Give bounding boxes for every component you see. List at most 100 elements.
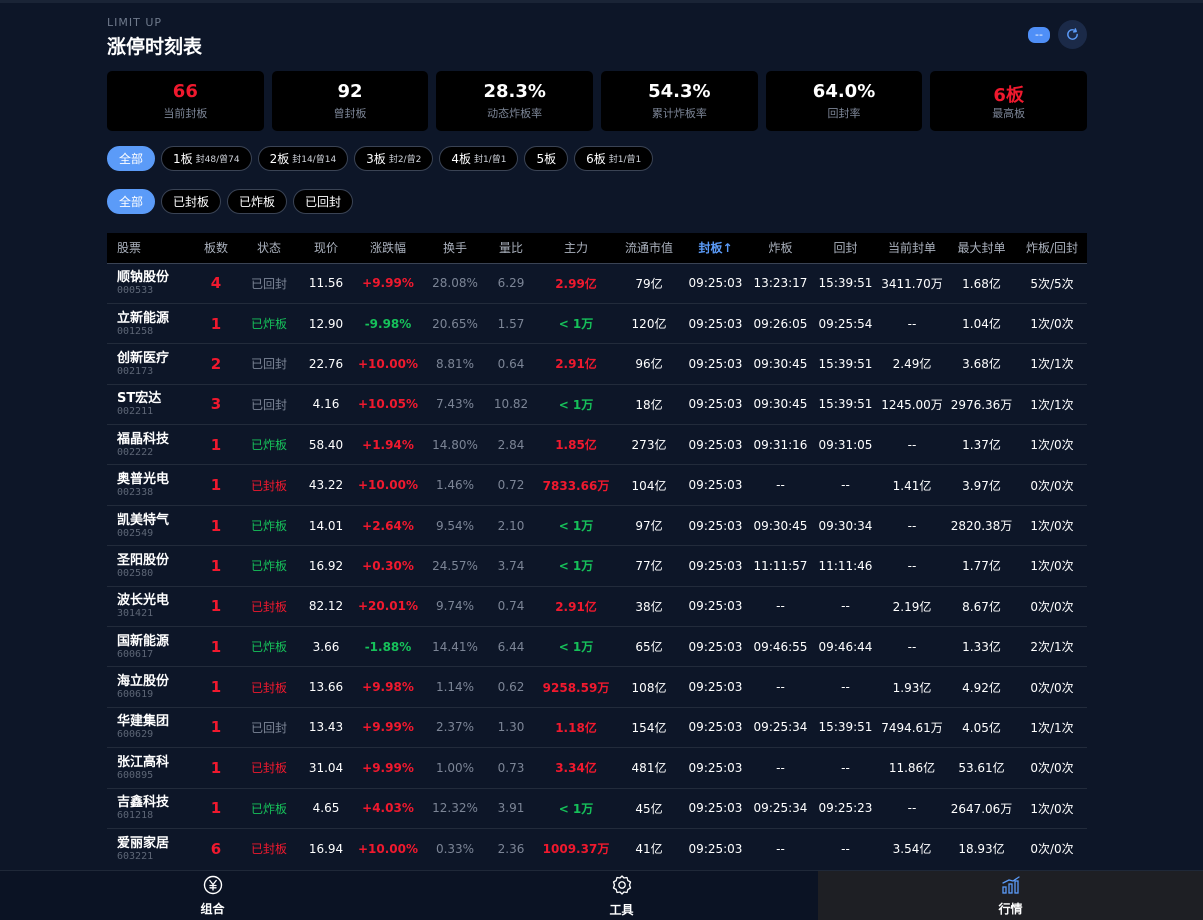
stock-cell: 福晶科技 002222 (107, 425, 195, 465)
table-row[interactable]: 凯美特气 002549 1 已炸板 14.01 +2.64% 9.54% 2.10 < 1万 97… (107, 505, 1087, 545)
board-filter-chip[interactable]: 1板 封48/曾74 (161, 146, 252, 171)
column-header[interactable]: 主力 (537, 233, 615, 263)
max-order-cell: 4.05亿 (962, 720, 1001, 735)
table-row[interactable]: 顺钠股份 000533 4 已回封 11.56 +9.99% 28.08% 6.29 2.99亿… (107, 263, 1087, 303)
table-row[interactable]: 吉鑫科技 601218 1 已炸板 4.65 +4.03% 12.32% 3.91 < 1万 45… (107, 788, 1087, 828)
market-cap-cell: 96亿 (635, 357, 663, 372)
column-header[interactable]: 最大封单 (946, 233, 1017, 263)
table-row[interactable]: 国新能源 600617 1 已炸板 3.66 -1.88% 14.41% 6.44 < 1万 65… (107, 626, 1087, 667)
status-filter-chip[interactable]: 已回封 (293, 189, 354, 214)
board-filter-chip[interactable]: 5板 (524, 146, 569, 171)
nav-item-bar-chart[interactable]: 行情 (818, 871, 1203, 920)
column-header[interactable]: 现价 (301, 233, 351, 263)
boards-cell: 2 (210, 354, 222, 373)
board-filter-chip[interactable]: 4板 封1/曾1 (439, 146, 519, 171)
turnover-cell: 2.37% (435, 720, 475, 735)
column-header[interactable]: 涨跌幅 (351, 233, 425, 263)
table-row[interactable]: 立新能源 001258 1 已炸板 12.90 -9.98% 20.65% 1.57 < 1万 1… (107, 303, 1087, 343)
current-order-cell: -- (907, 437, 917, 452)
nav-item-yuan-coin[interactable]: 组合 (0, 871, 425, 920)
column-header[interactable]: 回封 (813, 233, 878, 263)
status-filter-chip[interactable]: 已封板 (161, 189, 222, 214)
column-header[interactable]: 状态 (237, 233, 301, 263)
chip-sublabel: 封2/曾2 (388, 155, 422, 165)
status-cell: 已炸板 (250, 438, 287, 453)
current-order-cell: 1245.00万 (881, 397, 943, 412)
burst-time-cell: 09:30:45 (753, 356, 808, 371)
max-order-cell: 1.04亿 (962, 317, 1001, 332)
stock-name: 立新能源 (117, 310, 170, 326)
boards-cell: 1 (210, 678, 222, 697)
stat-label: 曾封板 (333, 107, 367, 120)
table-row[interactable]: 创新医疗 002173 2 已回封 22.76 +10.00% 8.81% 0.64 2.91亿… (107, 343, 1087, 384)
table-row[interactable]: 爱丽家居 603221 6 已封板 16.94 +10.00% 0.33% 2.36 1009.… (107, 828, 1087, 868)
main-flow-cell: 1.18亿 (555, 720, 597, 735)
column-header[interactable]: 当前封单 (878, 233, 946, 263)
status-badge[interactable]: -- (1028, 26, 1050, 43)
burst-time-cell: -- (776, 599, 785, 614)
stat-value: 92 (337, 81, 363, 102)
burst-time-cell: -- (776, 760, 785, 775)
price-cell: 11.56 (308, 276, 344, 291)
stock-code: 601218 (117, 810, 154, 822)
reseal-time-cell: 15:39:51 (818, 397, 873, 412)
turnover-cell: 1.14% (435, 680, 475, 695)
refresh-button[interactable] (1058, 20, 1087, 49)
column-header[interactable]: 流通市值 (615, 233, 683, 263)
current-order-cell: 11.86亿 (888, 761, 936, 776)
board-filter-chip[interactable]: 3板 封2/曾2 (354, 146, 434, 171)
chip-sublabel: 封1/曾1 (473, 155, 507, 165)
boards-cell: 1 (210, 435, 222, 454)
current-order-cell: 3411.70万 (881, 276, 943, 291)
reseal-time-cell: -- (841, 841, 850, 856)
column-header[interactable]: 量比 (485, 233, 537, 263)
board-filter-chip[interactable]: 6板 封1/曾1 (574, 146, 654, 171)
refresh-icon (1067, 28, 1078, 40)
turnover-cell: 14.41% (432, 639, 478, 654)
table-row[interactable]: 波长光电 301421 1 已封板 82.12 +20.01% 9.74% 0.74 2.91亿… (107, 586, 1087, 626)
stat-label: 动态炸板率 (487, 107, 543, 120)
table-row[interactable]: 圣阳股份 002580 1 已炸板 16.92 +0.30% 24.57% 3.74 < 1万 7… (107, 545, 1087, 586)
stock-name: 福晶科技 (117, 431, 170, 447)
volume-ratio-cell: 1.57 (497, 316, 525, 331)
nav-label: 组合 (200, 901, 225, 916)
max-order-cell: 3.97亿 (962, 478, 1001, 493)
current-order-cell: 2.19亿 (892, 599, 932, 614)
board-filter-chip[interactable]: 全部 (107, 146, 156, 171)
chip-label: 全部 (119, 152, 144, 166)
column-header[interactable]: 炸板/回封 (1017, 233, 1087, 263)
table-row[interactable]: 华建集团 600629 1 已回封 13.43 +9.99% 2.37% 1.30 1.18亿 1… (107, 707, 1087, 747)
column-header[interactable]: 封板↑ (683, 233, 748, 263)
stock-name: 创新医疗 (117, 350, 170, 366)
table-row[interactable]: 福晶科技 002222 1 已炸板 58.40 +1.94% 14.80% 2.84 1.85亿… (107, 424, 1087, 465)
status-filter-chip[interactable]: 已炸板 (227, 189, 288, 214)
chip-label: 2板 (269, 152, 290, 166)
column-header[interactable]: 炸板 (748, 233, 813, 263)
market-cap-cell: 120亿 (631, 317, 667, 332)
max-order-cell: 4.92亿 (962, 680, 1001, 695)
change-cell: +10.05% (357, 397, 419, 412)
change-cell: +9.99% (362, 720, 414, 735)
chip-label: 6板 (586, 152, 606, 166)
market-cap-cell: 45亿 (635, 801, 663, 816)
nav-item-gear[interactable]: 工具 (425, 871, 818, 920)
column-header[interactable]: 股票 (107, 233, 195, 263)
max-order-cell: 2647.06万 (950, 801, 1013, 816)
column-header[interactable]: 板数 (195, 233, 237, 263)
column-header[interactable]: 换手 (425, 233, 485, 263)
table-row[interactable]: ST宏达 002211 3 已回封 4.16 +10.05% 7.43% 10.82 < 1万 1… (107, 384, 1087, 424)
status-cell: 已回封 (250, 276, 287, 291)
board-filter-chip[interactable]: 2板 封14/曾14 (257, 146, 349, 171)
table-row[interactable]: 海立股份 600619 1 已封板 13.66 +9.98% 1.14% 0.62 9258.5… (107, 666, 1087, 707)
table-row[interactable]: 张江高科 600895 1 已封板 31.04 +9.99% 1.00% 0.73 3.34亿 4… (107, 747, 1087, 788)
stock-cell: 波长光电 301421 (107, 586, 195, 626)
table-row[interactable]: 奥普光电 002338 1 已封板 43.22 +10.00% 1.46% 0.72 7833.… (107, 464, 1087, 505)
chip-label: 5板 (536, 152, 557, 166)
burst-reseal-count-cell: 1次/0次 (1030, 801, 1074, 816)
market-cap-cell: 38亿 (635, 599, 663, 614)
price-cell: 13.66 (308, 680, 344, 695)
status-filter-chip[interactable]: 全部 (107, 189, 156, 214)
price-cell: 58.40 (308, 437, 344, 452)
boards-cell: 1 (210, 556, 222, 575)
seal-time-cell: 09:25:03 (688, 558, 743, 573)
